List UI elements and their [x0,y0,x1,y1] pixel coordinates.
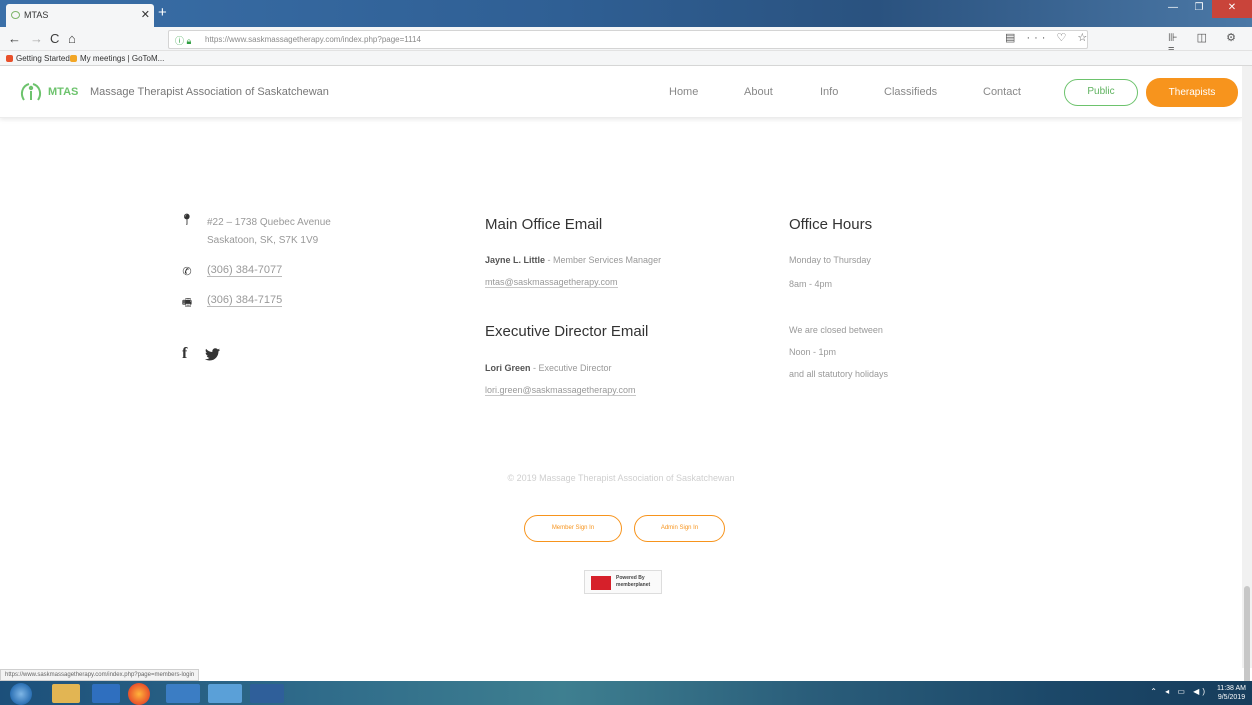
address-line-1: #22 – 1738 Quebec Avenue [207,217,331,228]
home-button[interactable]: ⌂ [68,31,76,46]
bookmark-label: My meetings | GoToM... [80,54,165,63]
minimize-button[interactable]: — [1160,0,1186,18]
maximize-button[interactable]: ❐ [1186,0,1212,18]
phone-icon: ✆ [182,266,192,278]
exec-director-contact: Lori Green - Executive Director [485,360,612,376]
logo-abbreviation[interactable]: MTAS [48,86,78,98]
admin-sign-in-button[interactable]: Admin Sign In [634,515,725,542]
main-office-heading: Main Office Email [485,216,603,233]
page-actions-icons[interactable]: ▤ ··· ♡ ☆ [1005,31,1091,44]
address-bar[interactable]: ⓘ 🔒︎ https://www.saskmassagetherapy.com/… [168,30,1088,49]
bookmark-getting-started[interactable]: Getting Started [6,54,70,63]
fax-link[interactable]: (306) 384-7175 [207,294,283,307]
outlook-icon[interactable] [92,684,120,703]
lock-icon: ⓘ 🔒︎ [175,36,192,46]
site-header: MTAS Massage Therapist Association of Sa… [0,66,1242,118]
public-button[interactable]: Public [1064,79,1138,106]
nav-classifieds[interactable]: Classifieds [884,86,937,98]
exec-director-person: Lori Green [485,363,531,373]
scrollbar-thumb[interactable] [1244,586,1250,696]
browser-titlebar: MTAS ✕ + — ❐ ✕ [0,0,1252,27]
memberplanet-logo-icon [591,576,611,590]
browser-status-bar: https://www.saskmassagetherapy.com/index… [0,669,200,681]
nav-info[interactable]: Info [820,86,838,98]
main-office-role: - Member Services Manager [545,255,662,265]
copyright-text: © 2019 Massage Therapist Association of … [507,473,735,483]
office-closed-line-1: We are closed between [789,325,883,335]
system-tray-icons[interactable]: ⌃ ◂ ▭ ◀) [1150,687,1208,696]
address-url[interactable]: https://www.saskmassagetherapy.com/index… [205,35,421,44]
clock-date: 9/5/2019 [1217,694,1246,701]
bookmarks-bar: Getting Started My meetings | GoToM... [0,51,1252,66]
phone-link[interactable]: (306) 384-7077 [207,264,283,277]
clock-time: 11:38 AM [1216,685,1246,692]
start-button-icon[interactable] [10,683,32,705]
office-closed-line-2: Noon - 1pm [789,347,837,357]
page-scrollbar[interactable] [1242,66,1252,696]
facebook-icon[interactable]: f [182,345,187,363]
office-closed-line-3: and all statutory holidays [789,369,889,379]
powered-by-text: Powered By memberplanet [616,575,650,589]
firefox-icon [6,55,13,62]
main-office-person: Jayne L. Little [485,255,546,265]
main-office-email-link[interactable]: mtas@saskmassagetherapy.com [485,277,618,288]
nav-contact[interactable]: Contact [983,86,1021,98]
exec-director-heading: Executive Director Email [485,323,649,340]
exec-director-email-link[interactable]: lori.green@saskmassagetherapy.com [485,385,636,396]
word-icon[interactable] [250,684,284,703]
taskbar-clock[interactable]: 11:38 AM 9/5/2019 [1217,684,1246,702]
close-window-button[interactable]: ✕ [1212,0,1252,18]
reload-button[interactable]: C [50,31,59,46]
back-button[interactable]: ← [8,31,21,46]
windows-taskbar: ⌃ ◂ ▭ ◀) 11:38 AM 9/5/2019 [0,681,1252,705]
forward-button[interactable]: → [30,31,43,46]
powered-by-line-2: memberplanet [616,582,651,588]
logo-name[interactable]: Massage Therapist Association of Saskatc… [90,86,329,98]
office-hours-time: 8am - 4pm [789,279,833,289]
tab-title: MTAS [24,10,49,20]
mtas-logo-icon[interactable] [20,80,42,104]
app-window-icon[interactable] [208,684,242,703]
member-sign-in-button[interactable]: Member Sign In [524,515,622,542]
window-controls: — ❐ ✕ [1160,0,1252,18]
therapists-button[interactable]: Therapists [1146,78,1238,107]
office-hours-days: Monday to Thursday [789,255,871,265]
tab-favicon-icon [11,11,20,19]
browser-tab[interactable]: MTAS ✕ [6,4,154,27]
exec-director-role: - Executive Director [530,363,612,373]
gotomeeting-icon [70,55,77,62]
nav-home[interactable]: Home [669,86,698,98]
address-line-2: Saskatoon, SK, S7K 1V9 [207,235,319,246]
main-office-contact: Jayne L. Little - Member Services Manage… [485,252,661,268]
bookmark-my-meetings[interactable]: My meetings | GoToM... [70,54,164,63]
nav-about[interactable]: About [744,86,773,98]
bookmark-label: Getting Started [16,54,70,63]
tab-close-icon[interactable]: ✕ [141,8,150,21]
fax-icon: 🖷︎ [181,297,193,309]
map-marker-icon: 📍︎ [180,214,194,226]
twitter-icon[interactable] [205,348,220,361]
file-explorer-icon[interactable] [52,684,80,703]
office-hours-heading: Office Hours [789,216,873,233]
remote-desktop-icon[interactable] [166,684,200,703]
powered-by-line-1: Powered By [616,575,645,581]
powered-by-badge[interactable]: Powered By memberplanet [584,570,662,594]
new-tab-button[interactable]: + [158,5,167,20]
firefox-taskbar-icon[interactable] [128,683,150,705]
